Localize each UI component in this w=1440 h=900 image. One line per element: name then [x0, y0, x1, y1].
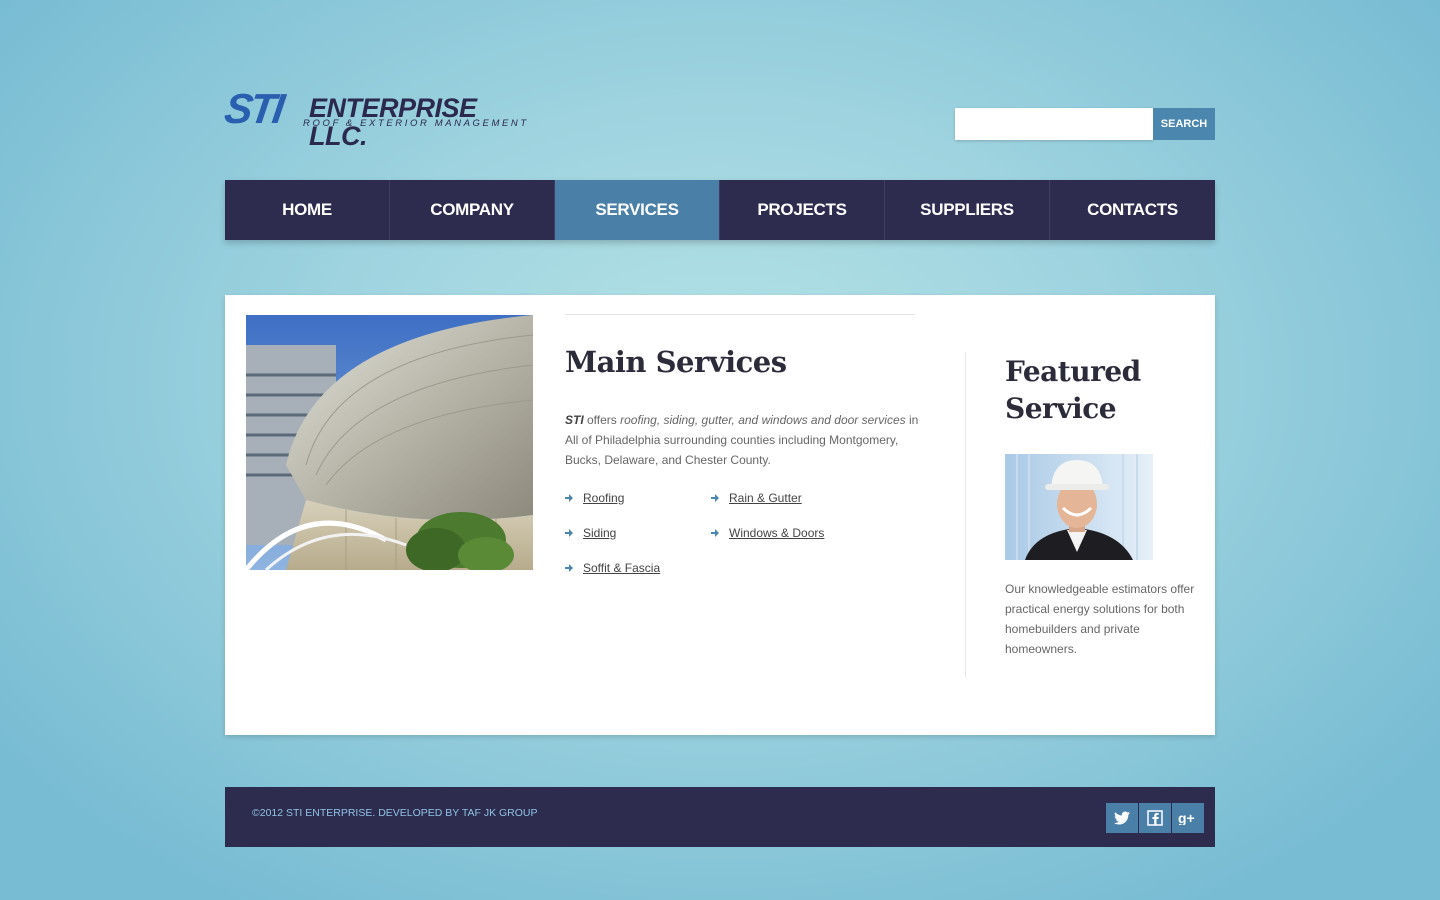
arrow-right-icon	[565, 529, 573, 537]
sidebar-divider	[965, 352, 966, 677]
google-plus-button[interactable]: g+	[1172, 803, 1204, 833]
content-panel: Main Services STI offers roofing, siding…	[225, 295, 1215, 735]
twitter-icon	[1114, 811, 1130, 825]
services-intro: STI offers roofing, siding, gutter, and …	[565, 410, 920, 470]
nav-item-home[interactable]: HOME	[225, 180, 390, 240]
copyright-text: ©2012 STI ENTERPRISE. DEVELOPED BY TAF J…	[252, 807, 538, 819]
intro-services: roofing, siding, gutter, and windows and…	[620, 413, 906, 427]
nav-item-services[interactable]: SERVICES	[555, 180, 720, 240]
site-logo[interactable]: STI ENTERPRISE LLC. ROOF & EXTERIOR MANA…	[221, 85, 535, 150]
service-link-roofing[interactable]: Roofing	[565, 491, 624, 505]
arrow-right-icon	[565, 564, 573, 572]
service-label: Roofing	[583, 491, 625, 505]
service-label: Windows & Doors	[729, 526, 825, 540]
google-plus-icon: g+	[1178, 811, 1195, 825]
service-label: Soffit & Fascia	[583, 561, 661, 575]
nav-item-projects[interactable]: PROJECTS	[720, 180, 885, 240]
twitter-button[interactable]	[1106, 803, 1138, 833]
logo-tagline: ROOF & EXTERIOR MANAGEMENT	[303, 118, 529, 129]
arrow-right-icon	[711, 494, 719, 502]
main-services-title: Main Services	[565, 345, 787, 379]
service-link-rain-gutter[interactable]: Rain & Gutter	[711, 491, 802, 505]
facebook-button[interactable]	[1139, 803, 1171, 833]
nav-item-contacts[interactable]: CONTACTS	[1050, 180, 1215, 240]
search-input[interactable]	[955, 108, 1153, 140]
social-links: g+	[1106, 803, 1204, 833]
service-label: Rain & Gutter	[729, 491, 802, 505]
site-footer: ©2012 STI ENTERPRISE. DEVELOPED BY TAF J…	[225, 787, 1215, 847]
hero-building-image	[246, 315, 533, 570]
intro-text-1: offers	[583, 413, 621, 427]
svg-text:g+: g+	[1178, 811, 1195, 825]
search-form: SEARCH	[955, 108, 1215, 140]
featured-service-text: Our knowledgeable estimators offer pract…	[1005, 582, 1195, 656]
logo-mark: STI	[221, 85, 285, 132]
top-divider	[565, 314, 915, 315]
service-link-soffit-fascia[interactable]: Soffit & Fascia	[565, 561, 660, 575]
search-button[interactable]: SEARCH	[1153, 108, 1215, 140]
arrow-right-icon	[565, 494, 573, 502]
facebook-icon	[1147, 810, 1163, 826]
intro-brand: STI	[565, 413, 584, 427]
featured-estimator-image	[1005, 454, 1153, 560]
main-nav: HOME COMPANY SERVICES PROJECTS SUPPLIERS…	[225, 180, 1215, 240]
arrow-right-icon	[711, 529, 719, 537]
service-link-windows-doors[interactable]: Windows & Doors	[711, 526, 824, 540]
nav-item-company[interactable]: COMPANY	[390, 180, 555, 240]
service-label: Siding	[583, 526, 617, 540]
featured-service-title: Featured Service	[1005, 355, 1141, 425]
service-link-siding[interactable]: Siding	[565, 526, 616, 540]
nav-item-suppliers[interactable]: SUPPLIERS	[885, 180, 1050, 240]
